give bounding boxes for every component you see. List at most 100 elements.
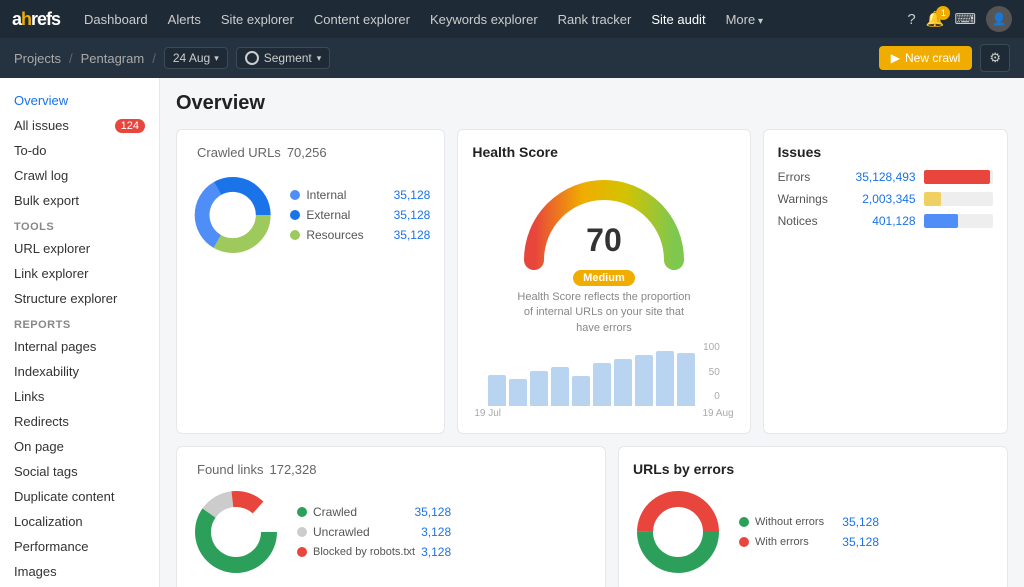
cards-row-2: Found links172,328 Crawled 35,128 bbox=[176, 446, 1008, 587]
all-issues-badge: 124 bbox=[115, 119, 145, 133]
sidebar-item-bulk-export[interactable]: Bulk export bbox=[0, 188, 159, 213]
nav-content-explorer[interactable]: Content explorer bbox=[306, 8, 418, 31]
crawled-urls-inner: Internal 35,128 External 35,128 Resource… bbox=[191, 170, 430, 260]
issues-row: Warnings 2,003,345 bbox=[778, 192, 993, 206]
legend-with-errors: With errors 35,128 bbox=[739, 535, 879, 549]
issues-row-label: Notices bbox=[778, 214, 838, 228]
settings-button[interactable]: ⚙ bbox=[980, 44, 1010, 72]
urls-by-errors-inner: Without errors 35,128 With errors 35,128 bbox=[633, 487, 993, 577]
breadcrumb-sep1: / bbox=[69, 51, 73, 66]
issues-bar bbox=[924, 192, 941, 206]
issues-row: Notices 401,128 bbox=[778, 214, 993, 228]
sidebar-item-url-explorer[interactable]: URL explorer bbox=[0, 236, 159, 261]
sidebar-item-duplicate-content[interactable]: Duplicate content bbox=[0, 484, 159, 509]
health-bar bbox=[677, 353, 695, 406]
urls-by-errors-legend: Without errors 35,128 With errors 35,128 bbox=[739, 515, 879, 549]
play-icon: ▶ bbox=[891, 51, 900, 65]
keyboard-icon[interactable]: ⌨ bbox=[954, 10, 976, 28]
sidebar-item-all-issues[interactable]: All issues 124 bbox=[0, 113, 159, 138]
sidebar-item-links[interactable]: Links bbox=[0, 384, 159, 409]
crawled-urls-donut bbox=[191, 170, 274, 260]
health-bar bbox=[551, 367, 569, 406]
cards-row-1: Crawled URLs70,256 Internal bbox=[176, 129, 1008, 434]
breadcrumb-projects[interactable]: Projects bbox=[14, 51, 61, 66]
health-bar bbox=[614, 359, 632, 406]
urls-by-errors-title: URLs by errors bbox=[633, 461, 993, 477]
help-icon[interactable]: ? bbox=[907, 11, 915, 28]
issues-bar bbox=[924, 214, 959, 228]
breadcrumb-site[interactable]: Pentagram bbox=[81, 51, 145, 66]
issues-row: Errors 35,128,493 bbox=[778, 170, 993, 184]
legend-dot-resources bbox=[290, 230, 300, 240]
found-links-total: 172,328 bbox=[269, 462, 316, 477]
page-title: Overview bbox=[176, 92, 1008, 115]
legend-blocked: Blocked by robots.txt 3,128 bbox=[297, 545, 451, 559]
found-links-title: Found links172,328 bbox=[191, 461, 591, 477]
crawled-urls-title: Crawled URLs70,256 bbox=[191, 144, 430, 160]
logo: ahrefs bbox=[12, 9, 60, 30]
legend-dot-blocked bbox=[297, 547, 307, 557]
sidebar-item-performance[interactable]: Performance bbox=[0, 534, 159, 559]
nav-more[interactable]: More bbox=[718, 8, 771, 31]
nav-alerts[interactable]: Alerts bbox=[160, 8, 209, 31]
sidebar-item-todo[interactable]: To-do bbox=[0, 138, 159, 163]
sidebar-item-social-tags[interactable]: Social tags bbox=[0, 459, 159, 484]
legend-dot-with-errors bbox=[739, 537, 749, 547]
health-bar bbox=[593, 363, 611, 406]
sidebar-item-structure-explorer[interactable]: Structure explorer bbox=[0, 286, 159, 311]
legend-dot-without-errors bbox=[739, 517, 749, 527]
breadcrumb-date[interactable]: 24 Aug bbox=[164, 47, 228, 69]
found-links-card: Found links172,328 Crawled 35,128 bbox=[176, 446, 606, 587]
health-axis: 100 50 0 bbox=[703, 342, 720, 402]
new-crawl-button[interactable]: ▶ New crawl bbox=[879, 46, 973, 70]
health-bar bbox=[509, 379, 527, 407]
notification-badge: 1 bbox=[936, 6, 950, 20]
legend-resources: Resources 35,128 bbox=[290, 228, 430, 242]
sidebar-item-on-page[interactable]: On page bbox=[0, 434, 159, 459]
issues-title: Issues bbox=[778, 144, 993, 160]
found-links-legend: Crawled 35,128 Uncrawled 3,128 Blocked b… bbox=[297, 505, 451, 559]
sidebar-item-link-explorer[interactable]: Link explorer bbox=[0, 261, 159, 286]
issues-card: Issues Errors 35,128,493 Warnings 2,003,… bbox=[763, 129, 1008, 434]
crawled-urls-legend: Internal 35,128 External 35,128 Resource… bbox=[290, 188, 430, 242]
sidebar-item-localization[interactable]: Localization bbox=[0, 509, 159, 534]
health-bar bbox=[656, 351, 674, 406]
health-score-card: Health Score bbox=[457, 129, 750, 434]
top-nav: ahrefs Dashboard Alerts Site explorer Co… bbox=[0, 0, 1024, 38]
sidebar-item-internal-pages[interactable]: Internal pages bbox=[0, 334, 159, 359]
nav-right: ? 🔔 1 ⌨ 👤 bbox=[907, 6, 1012, 32]
breadcrumb-bar: Projects / Pentagram / 24 Aug Segment ▶ … bbox=[0, 38, 1024, 78]
found-links-donut bbox=[191, 487, 281, 577]
legend-internal: Internal 35,128 bbox=[290, 188, 430, 202]
sidebar-item-indexability[interactable]: Indexability bbox=[0, 359, 159, 384]
legend-without-errors: Without errors 35,128 bbox=[739, 515, 879, 529]
issues-bar-wrap bbox=[924, 214, 993, 228]
issues-row-value[interactable]: 2,003,345 bbox=[846, 192, 916, 206]
nav-rank-tracker[interactable]: Rank tracker bbox=[550, 8, 640, 31]
sidebar-item-overview[interactable]: Overview bbox=[0, 88, 159, 113]
sidebar-item-redirects[interactable]: Redirects bbox=[0, 409, 159, 434]
nav-dashboard[interactable]: Dashboard bbox=[76, 8, 156, 31]
right-actions: ▶ New crawl ⚙ bbox=[879, 44, 1010, 72]
sidebar-item-images[interactable]: Images bbox=[0, 559, 159, 584]
sidebar-tools-section: TOOLS bbox=[0, 213, 159, 236]
segment-button[interactable]: Segment bbox=[236, 47, 331, 69]
nav-site-explorer[interactable]: Site explorer bbox=[213, 8, 302, 31]
issues-rows: Errors 35,128,493 Warnings 2,003,345 Not… bbox=[778, 170, 993, 228]
notifications-icon[interactable]: 🔔 1 bbox=[926, 10, 945, 28]
user-avatar[interactable]: 👤 bbox=[986, 6, 1012, 32]
legend-dot-internal bbox=[290, 190, 300, 200]
health-bar bbox=[488, 375, 506, 406]
health-chart bbox=[488, 346, 695, 406]
sidebar-item-crawl-log[interactable]: Crawl log bbox=[0, 163, 159, 188]
health-chart-container: 100 50 0 bbox=[488, 342, 720, 406]
issues-bar bbox=[924, 170, 990, 184]
issues-row-value[interactable]: 35,128,493 bbox=[846, 170, 916, 184]
issues-row-label: Errors bbox=[778, 170, 838, 184]
main-layout: Overview All issues 124 To-do Crawl log … bbox=[0, 78, 1024, 587]
health-score-number: 70 bbox=[586, 222, 622, 259]
nav-site-audit[interactable]: Site audit bbox=[643, 8, 713, 31]
nav-keywords-explorer[interactable]: Keywords explorer bbox=[422, 8, 546, 31]
health-gauge-wrap: 70 bbox=[514, 170, 694, 270]
issues-row-value[interactable]: 401,128 bbox=[846, 214, 916, 228]
